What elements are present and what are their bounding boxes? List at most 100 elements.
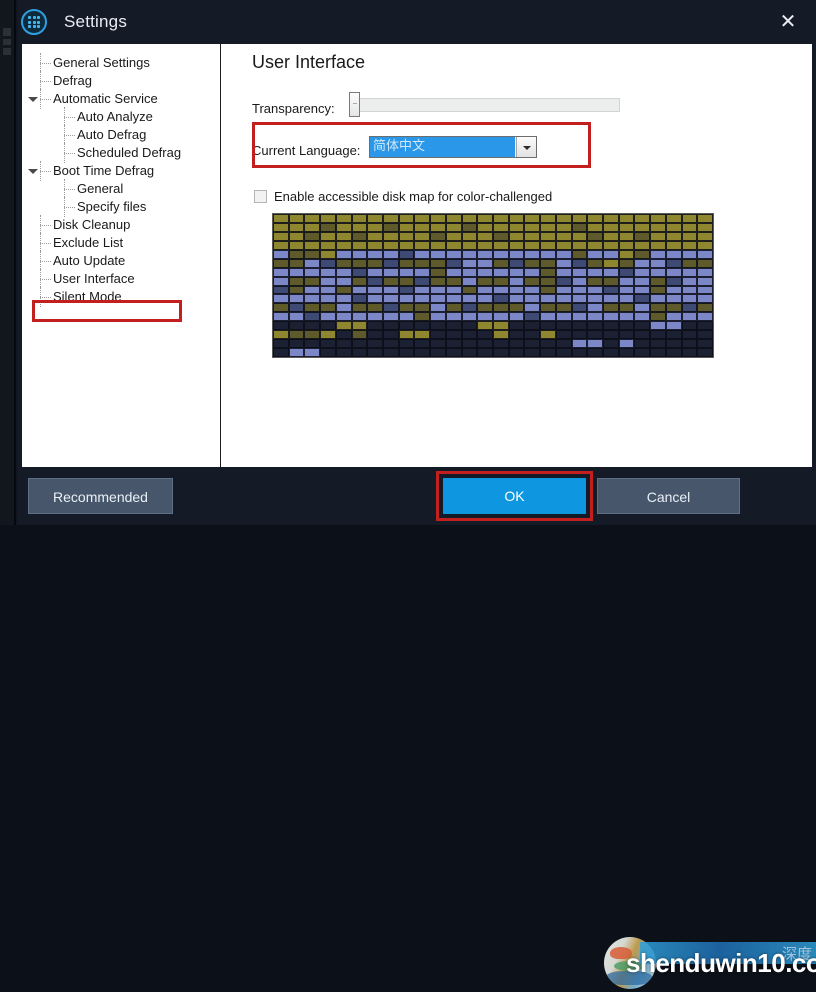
- disk-map-cell: [587, 312, 603, 322]
- disk-map-cell: [383, 348, 399, 357]
- disk-map-cell: [383, 303, 399, 313]
- disk-map-cell: [288, 312, 305, 322]
- disk-map-cell: [540, 231, 556, 241]
- disk-map-cell: [461, 258, 478, 268]
- disk-map-cell: [351, 267, 368, 277]
- sidebar-item-general-settings[interactable]: General Settings: [22, 53, 220, 73]
- sidebar-item-disk-cleanup[interactable]: Disk Cleanup: [22, 215, 220, 235]
- disk-map-cell: [681, 240, 698, 250]
- sidebar-item-boot-time-defrag[interactable]: Boot Time Defrag: [22, 161, 220, 181]
- dialog-content: General Settings Defrag Automatic Service A…: [22, 44, 812, 467]
- disk-map-cell: [665, 214, 682, 223]
- disk-map-cell: [493, 312, 509, 322]
- disk-map-cell: [540, 321, 556, 331]
- disk-map-cell: [461, 312, 478, 322]
- disk-map-cell: [445, 321, 462, 331]
- disk-map-cell: [304, 348, 321, 357]
- disk-map-cell: [634, 267, 651, 277]
- transparency-slider-track[interactable]: [353, 98, 620, 112]
- sidebar-item-exclude-list[interactable]: Exclude List: [22, 233, 220, 253]
- disk-map-cell: [650, 339, 666, 349]
- disk-map-cell: [681, 294, 698, 304]
- close-icon[interactable]: ✕: [768, 6, 808, 38]
- disk-map-cell: [571, 214, 588, 223]
- disk-map-cell: [603, 267, 619, 277]
- disk-map-cell: [445, 249, 462, 259]
- disk-map-cell: [351, 258, 368, 268]
- disk-map-cell: [288, 294, 305, 304]
- disk-map-cell: [665, 330, 682, 340]
- disk-map-cell: [398, 276, 415, 286]
- disk-map-cell: [335, 249, 352, 259]
- disk-map-cell: [335, 240, 352, 250]
- disk-map-cell: [681, 231, 698, 241]
- cancel-button[interactable]: Cancel: [597, 478, 740, 514]
- disk-map-cell: [304, 312, 321, 322]
- sidebar-item-defrag[interactable]: Defrag: [22, 71, 220, 91]
- transparency-slider-handle[interactable]: [349, 92, 360, 117]
- tree-connector: [40, 261, 51, 262]
- disk-map-cell: [383, 231, 399, 241]
- disk-map-cell: [430, 267, 446, 277]
- disk-map-cell: [587, 330, 603, 340]
- disk-map-cell: [665, 231, 682, 241]
- ok-button[interactable]: OK: [443, 478, 586, 514]
- disk-map-cell: [351, 339, 368, 349]
- disk-map-cell: [367, 330, 383, 340]
- disk-map-cell: [650, 312, 666, 322]
- disk-map-cell: [697, 222, 713, 232]
- recommended-button[interactable]: Recommended: [28, 478, 173, 514]
- sidebar-item-auto-defrag[interactable]: Auto Defrag: [22, 125, 220, 145]
- disk-map-cell: [445, 214, 462, 223]
- disk-map-cell: [288, 339, 305, 349]
- disk-map-cell: [555, 303, 572, 313]
- desktop-background-strip: [0, 0, 18, 525]
- disk-map-cell: [430, 294, 446, 304]
- accessible-diskmap-checkbox[interactable]: [254, 190, 267, 203]
- disk-map-cell: [367, 214, 383, 223]
- disk-map-cell: [555, 348, 572, 357]
- sidebar-item-user-interface[interactable]: User Interface: [22, 269, 220, 289]
- disk-map-cell: [524, 312, 541, 322]
- sidebar-item-label: Auto Defrag: [77, 127, 147, 142]
- disk-map-cell: [398, 303, 415, 313]
- disk-map-cell: [571, 294, 588, 304]
- disk-map-cell: [414, 258, 431, 268]
- disk-map-cell: [493, 321, 509, 331]
- disk-map-cell: [555, 330, 572, 340]
- disk-map-cell: [540, 294, 556, 304]
- disk-map-cell: [320, 321, 336, 331]
- disk-map-cell: [665, 321, 682, 331]
- sidebar-item-auto-update[interactable]: Auto Update: [22, 251, 220, 271]
- disk-map-cell: [603, 294, 619, 304]
- disk-map-cell: [320, 258, 336, 268]
- sidebar-item-general[interactable]: General: [22, 179, 220, 199]
- disk-map-cell: [540, 303, 556, 313]
- disk-map-cell: [461, 214, 478, 223]
- disk-map-cell: [540, 267, 556, 277]
- disk-map-cell: [634, 214, 651, 223]
- disk-map-cell: [681, 258, 698, 268]
- disk-map-cell: [571, 303, 588, 313]
- sidebar-item-specify-files[interactable]: Specify files: [22, 197, 220, 217]
- disk-map-cell: [665, 249, 682, 259]
- sidebar-item-auto-analyze[interactable]: Auto Analyze: [22, 107, 220, 127]
- tree-toggle-icon[interactable]: [28, 169, 38, 174]
- sidebar-item-label: User Interface: [53, 271, 135, 286]
- disk-map-cell: [618, 348, 635, 357]
- disk-map-cell: [555, 294, 572, 304]
- disk-map-cell: [288, 321, 305, 331]
- disk-map-cell: [351, 276, 368, 286]
- disk-map-cell: [461, 231, 478, 241]
- tree-toggle-icon[interactable]: [28, 97, 38, 102]
- sidebar-item-silent-mode[interactable]: Silent Mode: [22, 287, 220, 307]
- sidebar-item-scheduled-defrag[interactable]: Scheduled Defrag: [22, 143, 220, 163]
- disk-map-cell: [398, 258, 415, 268]
- chevron-down-icon[interactable]: [516, 137, 536, 157]
- tree-connector: [64, 207, 75, 208]
- disk-map-cell: [383, 330, 399, 340]
- sidebar-item-automatic-service[interactable]: Automatic Service: [22, 89, 220, 109]
- language-select[interactable]: 简体中文: [369, 136, 537, 158]
- disk-map-cell: [273, 249, 289, 259]
- disk-map-cell: [414, 267, 431, 277]
